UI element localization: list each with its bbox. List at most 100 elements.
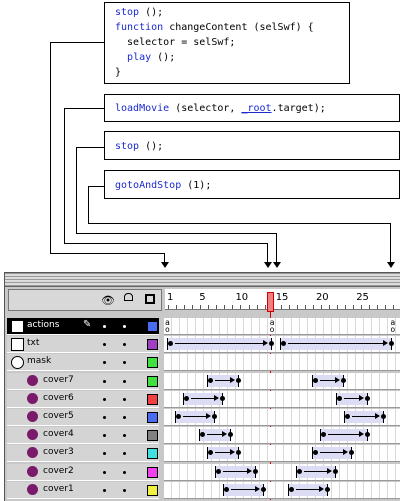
action-keyframe[interactable]: a o: [390, 319, 395, 334]
layer-color-swatch[interactable]: [147, 484, 158, 496]
frame-track-mask[interactable]: [164, 354, 400, 372]
layer-toggle-dot[interactable]: [103, 488, 106, 492]
keyframe[interactable]: [296, 468, 302, 474]
keyframe[interactable]: [236, 377, 242, 383]
layer-toggle-dot[interactable]: [123, 470, 126, 474]
layer-toggle-dot[interactable]: [123, 361, 126, 365]
keyframe[interactable]: [312, 377, 318, 383]
tween-arrow: [287, 343, 385, 345]
layer-color-swatch[interactable]: [147, 430, 158, 442]
layer-toggle-dot[interactable]: [103, 343, 106, 347]
action-keyframe[interactable]: a o: [270, 319, 275, 334]
layer-row-cover6[interactable]: cover6: [7, 390, 159, 408]
layer-row-cover3[interactable]: cover3: [7, 445, 159, 463]
ruler-label: 15: [275, 292, 289, 303]
layer-color-swatch[interactable]: [147, 375, 158, 387]
frame-track-cover2[interactable]: [164, 463, 400, 481]
layer-row-actions[interactable]: actions ✎: [7, 318, 159, 335]
keyframe[interactable]: [260, 486, 266, 492]
layer-row-cover2[interactable]: cover2: [7, 463, 159, 481]
layer-row-cover7[interactable]: cover7: [7, 372, 159, 390]
motion-tween[interactable]: [279, 338, 393, 351]
motion-tween[interactable]: [167, 338, 272, 351]
layer-color-swatch[interactable]: [147, 448, 158, 460]
tween-arrow: [175, 343, 264, 345]
keyframe[interactable]: [252, 468, 258, 474]
code-box-loadmovie: loadMovie (selector, _root.target);: [104, 94, 400, 122]
layer-toggle-dot[interactable]: [123, 379, 126, 383]
layer-row-mask[interactable]: mask: [7, 354, 159, 372]
layer-toggle-dot[interactable]: [103, 397, 106, 401]
keyframe[interactable]: [337, 395, 343, 401]
layer-color-swatch[interactable]: [147, 357, 158, 369]
layer-color-swatch[interactable]: [147, 339, 158, 351]
frame-ruler[interactable]: 1 5 10 15 20 25: [165, 289, 400, 310]
layer-row-cover5[interactable]: cover5: [7, 409, 159, 426]
layer-toggle-dot[interactable]: [123, 488, 126, 492]
layer-toggle-dot[interactable]: [103, 361, 106, 365]
masked-layer-icon: [27, 465, 38, 477]
playhead[interactable]: [267, 292, 274, 312]
keyframe[interactable]: [208, 377, 214, 383]
keyframe[interactable]: [365, 395, 371, 401]
layer-color-swatch[interactable]: [147, 412, 158, 423]
layer-toggle-dot[interactable]: [123, 325, 126, 328]
keyframe[interactable]: [333, 468, 339, 474]
actions-layer-icon: [11, 320, 24, 333]
keyframe[interactable]: [280, 341, 286, 347]
layer-toggle-dot[interactable]: [123, 416, 126, 419]
keyframe[interactable]: [220, 395, 226, 401]
keyframe[interactable]: [389, 341, 395, 347]
frame-track-cover4[interactable]: [164, 427, 400, 445]
keyframe[interactable]: [184, 395, 190, 401]
layer-toggle-dot[interactable]: [123, 397, 126, 401]
action-keyframe[interactable]: a o: [165, 319, 170, 334]
ruler-tick: [240, 305, 242, 309]
keyframe[interactable]: [268, 341, 274, 347]
layer-name: cover7: [43, 374, 74, 385]
layer-toggle-dot[interactable]: [123, 434, 126, 438]
frame-track-cover1[interactable]: [164, 481, 400, 499]
layer-toggle-dot[interactable]: [123, 343, 126, 347]
frame-track-cover7[interactable]: [164, 372, 400, 390]
frame-track-cover3[interactable]: [164, 445, 400, 463]
connector-line: [64, 108, 65, 244]
timeline-title-bar[interactable]: [5, 273, 400, 287]
layer-toggle-dot[interactable]: [123, 452, 126, 456]
keyframe[interactable]: [381, 414, 387, 419]
ruler-tick: [304, 305, 306, 309]
layer-color-swatch[interactable]: [147, 466, 158, 478]
layer-name: cover4: [43, 429, 74, 440]
layer-row-cover1[interactable]: cover1: [7, 481, 159, 499]
layer-toggle-dot[interactable]: [103, 470, 106, 474]
frame-track-txt[interactable]: [164, 336, 400, 354]
keyframe[interactable]: [228, 432, 234, 438]
layer-toggle-dot[interactable]: [103, 434, 106, 438]
layer-toggle-dot[interactable]: [103, 379, 106, 383]
frame-track-cover5[interactable]: [164, 409, 400, 426]
tween-arrowhead: [222, 431, 228, 438]
keyframe[interactable]: [349, 450, 355, 456]
frame-track-cover6[interactable]: [164, 390, 400, 408]
layer-toggle-dot[interactable]: [103, 325, 106, 328]
keyframe[interactable]: [341, 377, 347, 383]
outline-icon[interactable]: [145, 294, 155, 304]
layer-toggle-dot[interactable]: [103, 416, 106, 419]
frame-track-actions[interactable]: a oa oa o: [164, 318, 400, 335]
layer-toggle-dot[interactable]: [103, 452, 106, 456]
keyframe[interactable]: [216, 468, 222, 474]
layer-color-swatch[interactable]: [147, 321, 158, 332]
layer-row-cover4[interactable]: cover4: [7, 427, 159, 445]
connector-line: [64, 108, 104, 109]
keyframe[interactable]: [288, 486, 294, 492]
lock-icon[interactable]: [124, 293, 133, 301]
layer-row-txt[interactable]: txt: [7, 336, 159, 354]
keyframe[interactable]: [212, 414, 218, 419]
tween-arrow: [215, 379, 232, 381]
keyframe[interactable]: [365, 432, 371, 438]
keyframe[interactable]: [236, 450, 242, 456]
eye-icon[interactable]: 👁: [101, 294, 115, 307]
keyframe[interactable]: [325, 486, 330, 492]
layer-color-swatch[interactable]: [147, 393, 158, 405]
